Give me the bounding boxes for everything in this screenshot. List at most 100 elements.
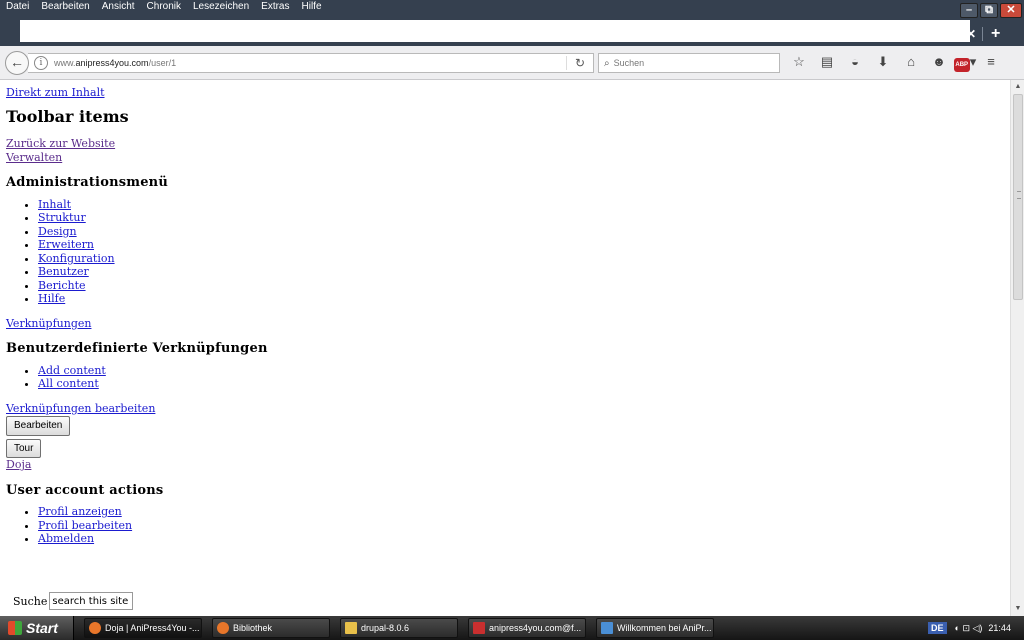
maximize-button[interactable]: ⧉ — [980, 3, 998, 18]
task-label: Bibliothek — [233, 623, 273, 633]
chat-icon[interactable]: ☻ — [925, 54, 953, 72]
home-icon[interactable]: ⌂ — [897, 54, 925, 72]
hamburger-menu-icon[interactable]: ≡ — [977, 54, 1005, 72]
minimize-button[interactable]: – — [960, 3, 978, 18]
tab-close-icon[interactable]: ✕ — [966, 27, 976, 41]
edit-button[interactable]: Bearbeiten — [6, 416, 71, 436]
folder-icon — [345, 622, 357, 634]
shortcuts-link[interactable]: Verknüpfungen — [6, 317, 91, 330]
task-label: Doja | AniPress4You -... — [105, 623, 200, 633]
list-item: Design — [38, 225, 268, 239]
toolbar-icons: ☆ ▤ ◒ ⬇ ⌂ ☻ ABP ▾ ≡ — [785, 54, 1005, 72]
custom-shortcuts-heading: Benutzerdefinierte Verknüpfungen — [6, 341, 268, 356]
page-content: Direkt zum Inhalt Toolbar items Zurück z… — [6, 86, 268, 546]
edit-shortcuts-link[interactable]: Verknüpfungen bearbeiten — [6, 402, 155, 415]
filezilla-icon — [473, 622, 485, 634]
list-item: Profil anzeigen — [38, 505, 268, 519]
admin-item-struktur[interactable]: Struktur — [38, 211, 86, 224]
admin-item-konfiguration[interactable]: Konfiguration — [38, 252, 115, 265]
list-item: Berichte — [38, 279, 268, 293]
tray-icons[interactable]: ◐ ⊡ ◁) — [955, 623, 983, 634]
admin-item-erweitern[interactable]: Erweitern — [38, 238, 94, 251]
task-firefox[interactable]: Doja | AniPress4You -... — [84, 618, 202, 638]
site-search-input[interactable] — [49, 592, 134, 610]
task-folder[interactable]: drupal-8.0.6 — [340, 618, 458, 638]
url-separator — [566, 56, 567, 70]
custom-shortcuts-list: Add content All content — [38, 364, 268, 391]
list-item: Inhalt — [38, 198, 268, 212]
tab-strip[interactable] — [20, 20, 970, 42]
menu-ansicht[interactable]: Ansicht — [96, 0, 141, 16]
back-button[interactable]: ← — [5, 51, 29, 75]
pocket-icon[interactable]: ◒ — [841, 54, 869, 72]
system-tray: DE ◐ ⊡ ◁) 21:44 — [928, 616, 1024, 640]
admin-item-design[interactable]: Design — [38, 225, 77, 238]
clock[interactable]: 21:44 — [988, 623, 1011, 633]
menu-bearbeiten[interactable]: Bearbeiten — [35, 0, 95, 16]
url-path: /user/1 — [148, 58, 177, 68]
logout-link[interactable]: Abmelden — [38, 532, 94, 545]
account-actions-heading: User account actions — [6, 482, 164, 498]
list-item: All content — [38, 377, 268, 391]
shortcut-add-content[interactable]: Add content — [38, 364, 106, 377]
start-button[interactable]: Start — [0, 616, 74, 640]
admin-item-berichte[interactable]: Berichte — [38, 279, 86, 292]
url-text: www.anipress4you.com/user/1 — [54, 58, 176, 68]
bookmark-star-icon[interactable]: ☆ — [785, 54, 813, 72]
info-icon[interactable]: i — [34, 56, 48, 70]
list-item: Struktur — [38, 211, 268, 225]
language-indicator[interactable]: DE — [928, 622, 947, 634]
navigation-toolbar: i www.anipress4you.com/user/1 ↻ ← ⌕ Such… — [0, 46, 1024, 80]
edit-profile-link[interactable]: Profil bearbeiten — [38, 519, 132, 532]
menu-lesezeichen[interactable]: Lesezeichen — [187, 0, 255, 16]
back-arrow-icon: ← — [10, 54, 24, 70]
scroll-down-icon[interactable]: ▼ — [1012, 603, 1024, 615]
site-search: Suche — [13, 592, 134, 610]
menu-extras[interactable]: Extras — [255, 0, 295, 16]
new-tab-button[interactable]: + — [991, 25, 1000, 43]
manage-link[interactable]: Verwalten — [6, 151, 62, 164]
scroll-up-icon[interactable]: ▲ — [1012, 81, 1024, 93]
search-box[interactable]: ⌕ Suchen — [598, 53, 780, 73]
task-welcome[interactable]: Willkommen bei AniPr... — [596, 618, 714, 638]
vertical-scrollbar[interactable]: ▲ ▼ — [1010, 80, 1024, 616]
view-profile-link[interactable]: Profil anzeigen — [38, 505, 122, 518]
download-icon[interactable]: ⬇ — [869, 54, 897, 72]
menu-datei[interactable]: Datei — [0, 0, 35, 16]
url-bar[interactable]: i www.anipress4you.com/user/1 ↻ — [28, 53, 594, 73]
reload-icon[interactable]: ↻ — [575, 56, 585, 70]
reading-list-icon[interactable]: ▤ — [813, 54, 841, 72]
account-actions-list: Profil anzeigen Profil bearbeiten Abmeld… — [38, 505, 268, 546]
tour-button[interactable]: Tour — [6, 438, 42, 458]
task-label: Willkommen bei AniPr... — [617, 623, 712, 633]
list-item: Profil bearbeiten — [38, 519, 268, 533]
admin-item-hilfe[interactable]: Hilfe — [38, 292, 65, 305]
admin-item-benutzer[interactable]: Benutzer — [38, 265, 89, 278]
list-item: Konfiguration — [38, 252, 268, 266]
firefox-icon — [217, 622, 229, 634]
url-prefix: www. — [54, 58, 76, 68]
close-window-button[interactable]: ✕ — [1000, 3, 1022, 18]
url-domain: anipress4you.com — [75, 58, 149, 68]
toolbar-heading: Toolbar items — [6, 106, 129, 126]
admin-menu-list: Inhalt Struktur Design Erweitern Konfigu… — [38, 198, 268, 306]
user-link[interactable]: Doja — [6, 458, 31, 471]
task-filezilla[interactable]: anipress4you.com@f... — [468, 618, 586, 638]
admin-item-inhalt[interactable]: Inhalt — [38, 198, 71, 211]
grip-icon — [1017, 191, 1021, 199]
windows-taskbar: Start Doja | AniPress4You -... Bibliothe… — [0, 616, 1024, 640]
menu-chronik[interactable]: Chronik — [141, 0, 187, 16]
list-item: Add content — [38, 364, 268, 378]
adblock-icon[interactable]: ABP ▾ — [953, 54, 977, 72]
menu-bar: Datei Bearbeiten Ansicht Chronik Lesezei… — [0, 0, 328, 16]
list-item: Benutzer — [38, 265, 268, 279]
menu-hilfe[interactable]: Hilfe — [296, 0, 328, 16]
skip-to-content-link[interactable]: Direkt zum Inhalt — [6, 86, 105, 99]
scrollbar-thumb[interactable] — [1013, 94, 1023, 300]
shortcut-all-content[interactable]: All content — [38, 377, 99, 390]
back-to-site-link[interactable]: Zurück zur Website — [6, 137, 115, 150]
browser-titlebar: Datei Bearbeiten Ansicht Chronik Lesezei… — [0, 0, 1024, 46]
task-library[interactable]: Bibliothek — [212, 618, 330, 638]
